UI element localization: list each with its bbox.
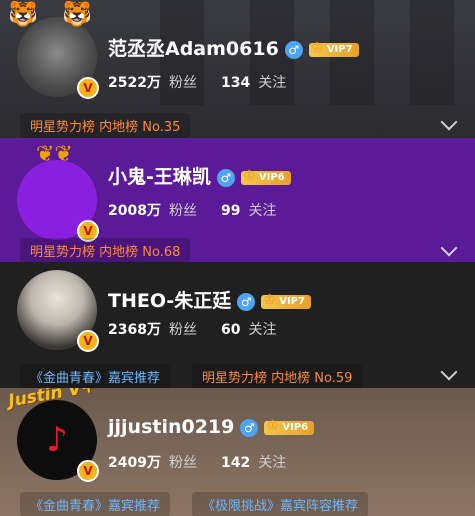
male-icon: ♂ (284, 40, 303, 59)
user-card-1[interactable]: V 🐯 🐯 范丞丞Adam0616♂VIP7 2522万粉丝134关注 明星势力… (0, 0, 475, 138)
chevron-down-icon[interactable] (440, 113, 458, 131)
chevron-down-icon[interactable] (440, 363, 458, 381)
avatar[interactable]: V (17, 270, 99, 352)
verified-v-icon: V (77, 77, 99, 99)
male-icon: ♂ (237, 292, 256, 311)
logo-icon: ♪ (46, 420, 68, 460)
username[interactable]: 范丞丞Adam0616♂VIP7 (108, 34, 359, 61)
user-stats: 2368万 粉丝 60 关注 (108, 322, 277, 338)
male-icon: ♂ (216, 168, 235, 187)
avatar[interactable]: V (17, 160, 99, 242)
vip-badge: VIP7 (261, 293, 311, 309)
star-rank-tag[interactable]: 明星势力榜 内地榜 No.35 (20, 113, 191, 138)
user-card-4[interactable]: ♪ V Justin V+ jjjustin0219♂VIP6 2409万粉丝1… (0, 388, 475, 516)
user-stats: 2522万 粉丝 134 关注 (108, 75, 287, 91)
avatar[interactable]: V (17, 17, 99, 99)
star-rank-tag[interactable]: 明星势力榜 内地榜 No.59 (192, 364, 363, 388)
show-recommend-tag[interactable]: 《极限挑战》嘉宾阵容推荐 (192, 492, 369, 516)
username[interactable]: THEO-朱正廷♂VIP7 (108, 286, 311, 313)
chevron-down-icon[interactable] (440, 239, 458, 257)
male-icon: ♂ (240, 418, 259, 437)
username[interactable]: jjjustin0219♂VIP6 (108, 416, 315, 438)
tiger-sticker-icon: 🐯 (8, 0, 38, 28)
vip-badge: VIP6 (264, 419, 315, 435)
user-stats: 2409万 粉丝 142 关注 (108, 455, 287, 471)
vip-badge: VIP7 (308, 41, 359, 57)
verified-v-icon: V (77, 330, 99, 352)
crown-frame-icon: ❦❦ (36, 142, 73, 167)
user-stats: 2008万 粉丝 99 关注 (108, 203, 277, 219)
verified-v-icon: V (77, 460, 99, 482)
star-rank-tag[interactable]: 明星势力榜 内地榜 No.68 (20, 238, 191, 262)
username[interactable]: 小鬼-王琳凯♂VIP6 (108, 162, 291, 189)
show-recommend-tag[interactable]: 《金曲青春》嘉宾推荐 (20, 364, 171, 388)
show-recommend-tag[interactable]: 《金曲青春》嘉宾推荐 (20, 492, 171, 516)
user-card-3[interactable]: V THEO-朱正廷♂VIP7 2368万粉丝60关注 《金曲青春》嘉宾推荐 明… (0, 262, 475, 388)
user-card-2[interactable]: V ❦❦ 小鬼-王琳凯♂VIP6 2008万粉丝99关注 明星势力榜 内地榜 N… (0, 138, 475, 262)
avatar[interactable]: ♪ V (17, 400, 99, 482)
tiger-sticker-icon: 🐯 (62, 0, 92, 28)
vip-badge: VIP6 (240, 169, 291, 185)
